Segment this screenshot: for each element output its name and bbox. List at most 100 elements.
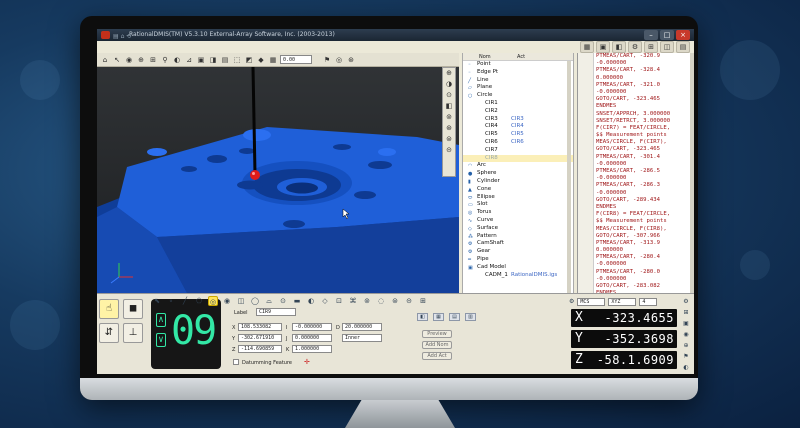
tree-item[interactable]: ◎ Torus — [463, 209, 573, 217]
toolbar-tool-icon[interactable]: ⚙ — [628, 41, 642, 53]
toolbar-tool-icon[interactable]: ◫ — [660, 41, 674, 53]
tree-item[interactable]: CIR4 CIR4 — [463, 123, 573, 131]
tree-item[interactable]: ⁂ Pattern — [463, 233, 573, 241]
datumming-checkbox[interactable] — [233, 359, 239, 365]
tree-item[interactable]: ▱ Plane — [463, 84, 573, 92]
toolbar-tool-icon[interactable]: ⬚ — [232, 55, 242, 65]
feature-type-icon[interactable]: ◯ — [250, 296, 260, 306]
side-tool-icon[interactable]: ⊕ — [681, 341, 691, 350]
tree-item[interactable]: CIR5 CIR5 — [463, 131, 573, 139]
inner-select[interactable]: Inner — [342, 334, 382, 342]
feature-type-icon[interactable]: ◇ — [320, 296, 330, 306]
tree-item[interactable]: ▣ Cad Model — [463, 264, 573, 272]
feature-type-icon[interactable]: ⊜ — [390, 296, 400, 306]
diameter-input[interactable]: 20.000000 — [342, 323, 382, 331]
view-tool-icon[interactable]: ◧ — [443, 101, 455, 112]
tree-item[interactable]: ⚙ Gear — [463, 248, 573, 256]
tree-item[interactable]: CIR1 — [463, 100, 573, 108]
toolbar-tool-icon[interactable]: ▦ — [580, 41, 594, 53]
dro-settings-icon[interactable]: ⚙ — [569, 298, 574, 305]
feature-type-icon[interactable]: ⌘ — [348, 296, 358, 306]
feature-type-icon[interactable]: ◌ — [376, 296, 386, 306]
z-input[interactable]: -114.690859 — [238, 345, 282, 353]
side-tool-icon[interactable]: ⊞ — [681, 308, 691, 317]
tree-item[interactable]: ◦ Point — [463, 61, 573, 69]
view-tool-icon[interactable]: ⊝ — [443, 145, 455, 156]
value-input[interactable]: 0.00 — [280, 55, 312, 64]
toolbar-tool-icon[interactable]: ▣ — [196, 55, 206, 65]
feature-type-icon[interactable]: ╱ — [180, 296, 190, 306]
toolbar-tool-icon[interactable]: ◎ — [334, 55, 344, 65]
tree-item[interactable]: ▲ Cone — [463, 186, 573, 194]
counter-up-button[interactable]: ∧ — [156, 313, 166, 327]
quick-access-icons[interactable]: ▤ ⌂ ⟲ — [113, 31, 131, 43]
side-tool-icon[interactable]: ◐ — [681, 363, 691, 372]
coordinate-system-select[interactable]: MCS — [577, 297, 606, 306]
form-tool-icon[interactable]: ▥ — [465, 313, 476, 321]
plane-select[interactable]: XYZ — [608, 297, 637, 306]
feature-type-icon[interactable]: ⬠ — [194, 296, 204, 306]
tree-scrollbar[interactable] — [567, 61, 571, 293]
tree-item[interactable]: CIR6 CIR6 — [463, 139, 573, 147]
column-act[interactable]: Act — [511, 53, 525, 60]
feature-type-icon[interactable]: ⊝ — [404, 296, 414, 306]
toolbar-tool-icon[interactable]: ⊕ — [136, 55, 146, 65]
toolbar-tool-icon[interactable]: ⊛ — [346, 55, 356, 65]
form-tool-icon[interactable]: ▤ — [449, 313, 460, 321]
feature-type-icon[interactable]: ⊚ — [362, 296, 372, 306]
tree-item[interactable]: CADM_1 RationalDMIS.igs — [463, 272, 573, 280]
toolbar-tool-icon[interactable]: ⚲ — [160, 55, 170, 65]
toolbar-tool-icon[interactable]: ◉ — [124, 55, 134, 65]
feature-type-icon[interactable]: ⬉ — [152, 296, 162, 306]
feature-type-icon[interactable]: ◉ — [222, 296, 232, 306]
feature-type-icon[interactable]: ⌓ — [264, 296, 274, 306]
k-input[interactable]: 1.000000 — [292, 345, 332, 353]
3d-viewport[interactable] — [97, 67, 459, 293]
label-input[interactable]: CIR9 — [256, 308, 296, 316]
tree-item[interactable]: CIR7 — [463, 147, 573, 155]
manual-mode-button[interactable]: ☝ — [99, 299, 119, 319]
tree-item[interactable]: CIR3 CIR3 — [463, 116, 573, 124]
tree-item[interactable]: ⬭ Ellipse — [463, 194, 573, 202]
dmis-code-editor[interactable]: PTMEAS/CART, -320.9 -0.000000 PTMEAS/CAR… — [577, 53, 694, 293]
toolbar-tool-icon[interactable]: ⚑ — [322, 55, 332, 65]
axis-button[interactable]: ⊥ — [123, 323, 143, 343]
maximize-button[interactable]: □ — [660, 30, 674, 40]
tree-item[interactable]: ◠ Arc — [463, 162, 573, 170]
add-act-button[interactable]: Add Act — [422, 352, 452, 360]
toolbar-tool-icon[interactable]: ▤ — [220, 55, 230, 65]
tree-item[interactable]: ▭ Slot — [463, 201, 573, 209]
feature-type-icon[interactable]: ⊙ — [278, 296, 288, 306]
probe-button[interactable]: ◼ — [123, 299, 143, 319]
view-tool-icon[interactable]: ⊜ — [443, 134, 455, 145]
feature-type-icon[interactable]: ▬ — [292, 296, 302, 306]
toolbar-tool-icon[interactable]: ⊿ — [184, 55, 194, 65]
toolbar-tool-icon[interactable]: ⌂ — [100, 55, 110, 65]
i-input[interactable]: -0.000000 — [292, 323, 332, 331]
view-tool-icon[interactable]: ⊕ — [443, 68, 455, 79]
toolbar-tool-icon[interactable]: ↖ — [112, 55, 122, 65]
measure-button[interactable]: ⇵ — [99, 323, 119, 343]
view-tool-icon[interactable]: ◑ — [443, 79, 455, 90]
toolbar-tool-icon[interactable]: ▣ — [596, 41, 610, 53]
tree-item[interactable]: ⚙ CamShaft — [463, 240, 573, 248]
feature-type-icon[interactable]: ⊡ — [334, 296, 344, 306]
toolbar-tool-icon[interactable]: ⊞ — [644, 41, 658, 53]
tree-item[interactable]: CIR2 — [463, 108, 573, 116]
feature-type-icon[interactable]: ⊞ — [418, 296, 428, 306]
close-button[interactable]: × — [676, 30, 690, 40]
minimize-button[interactable]: – — [644, 30, 658, 40]
tree-item[interactable]: ▮ Cylinder — [463, 178, 573, 186]
toolbar-tool-icon[interactable]: ▤ — [676, 41, 690, 53]
toolbar-tool-icon[interactable]: ◆ — [256, 55, 266, 65]
toolbar-tool-icon[interactable]: ◨ — [208, 55, 218, 65]
toolbar-tool-icon[interactable]: ⊞ — [148, 55, 158, 65]
toolbar-tool-icon[interactable]: ◐ — [172, 55, 182, 65]
x-input[interactable]: 108.533082 — [238, 323, 282, 331]
tree-item[interactable]: ═ Pipe — [463, 256, 573, 264]
tree-item[interactable]: ○ Circle — [463, 92, 573, 100]
side-tool-icon[interactable]: ◉ — [681, 330, 691, 339]
j-input[interactable]: 0.000000 — [292, 334, 332, 342]
tree-item[interactable]: ∿ Curve — [463, 217, 573, 225]
view-tool-icon[interactable]: ⊚ — [443, 112, 455, 123]
